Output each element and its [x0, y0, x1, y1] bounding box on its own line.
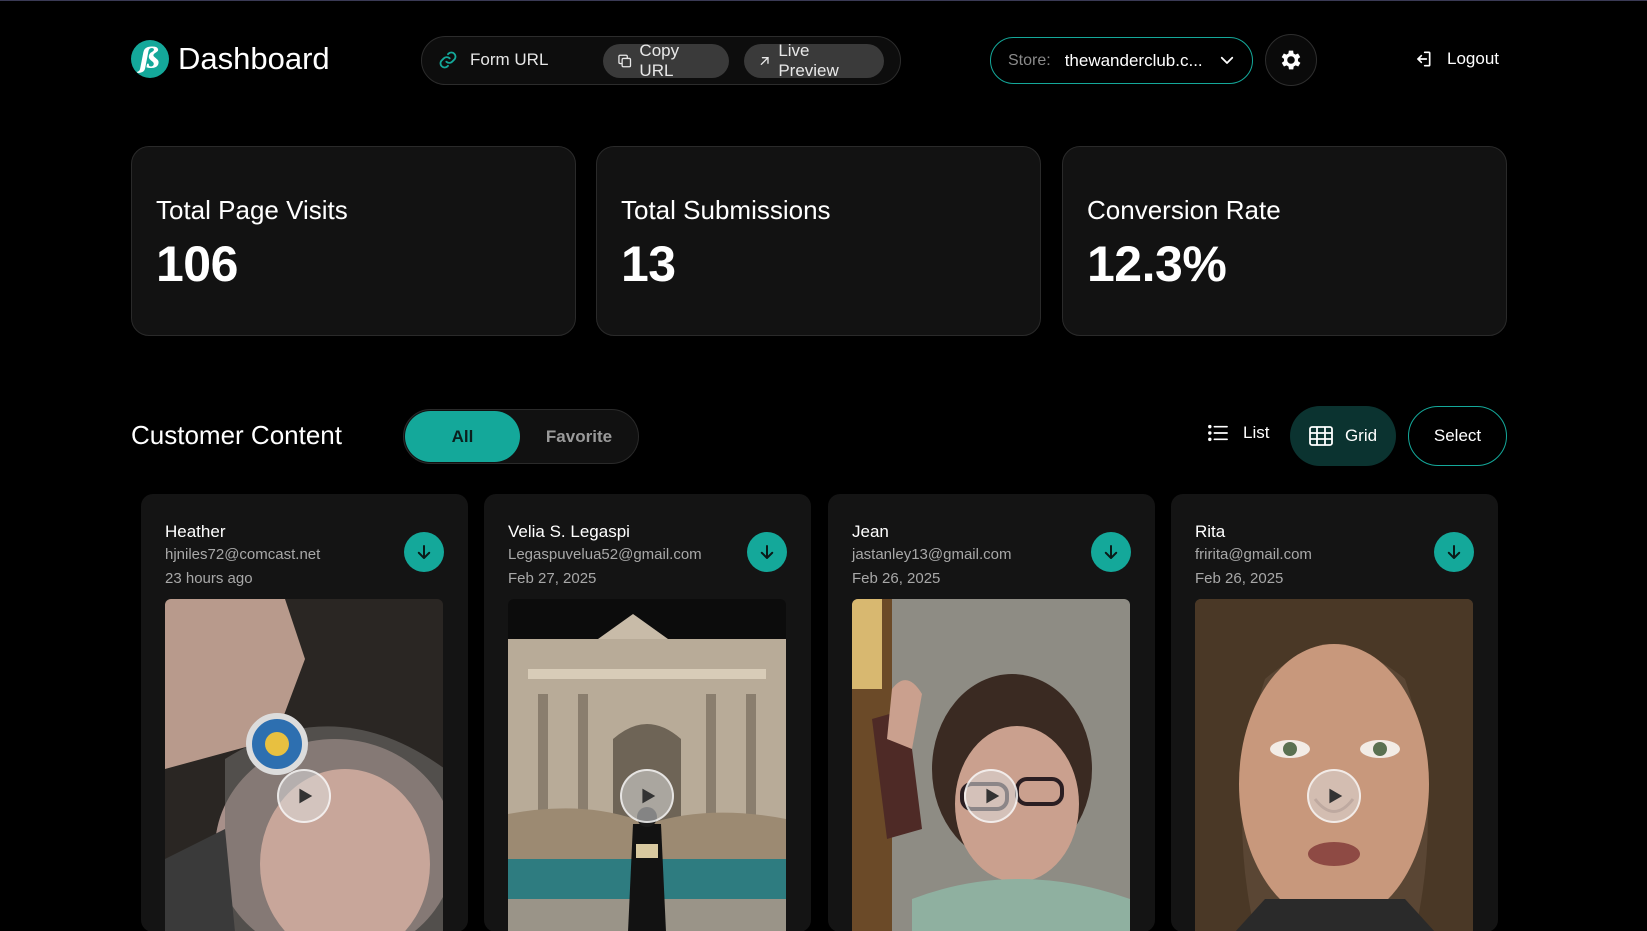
- store-label: Store:: [1008, 51, 1051, 69]
- content-card[interactable]: Rita fririta@gmail.com Feb 26, 2025: [1171, 494, 1498, 931]
- settings-button[interactable]: [1265, 34, 1317, 86]
- arrow-down-icon: [760, 545, 774, 559]
- submission-date: Feb 26, 2025: [852, 570, 941, 587]
- store-value: thewanderclub.c...: [1064, 50, 1203, 70]
- content-card[interactable]: Jean jastanley13@gmail.com Feb 26, 2025: [828, 494, 1155, 931]
- play-icon: [642, 788, 656, 804]
- video-thumbnail[interactable]: [165, 599, 443, 931]
- section-title: Customer Content: [131, 420, 342, 450]
- stat-value: 106: [156, 236, 238, 292]
- chevron-down-icon: [1220, 56, 1234, 64]
- play-button[interactable]: [620, 769, 674, 823]
- download-button[interactable]: [1434, 532, 1474, 572]
- arrow-down-icon: [1104, 545, 1118, 559]
- customer-name: Jean: [852, 522, 889, 541]
- customer-email: Legaspuvelua52@gmail.com: [508, 546, 702, 563]
- play-icon: [1329, 788, 1343, 804]
- stat-card-conversion-rate: Conversion Rate 12.3%: [1062, 146, 1507, 336]
- logout-icon: [1417, 51, 1431, 67]
- filter-tabs: All Favorite: [403, 409, 639, 464]
- stat-value: 13: [621, 236, 676, 292]
- copy-icon: [618, 54, 632, 68]
- tab-all[interactable]: All: [405, 411, 520, 462]
- copy-url-label: Copy URL: [639, 41, 680, 80]
- external-arrow-icon: [760, 57, 769, 65]
- link-icon: [439, 51, 457, 69]
- video-thumbnail[interactable]: [508, 599, 786, 931]
- customer-email: jastanley13@gmail.com: [852, 546, 1012, 563]
- copy-url-button[interactable]: Copy URL: [603, 41, 729, 80]
- list-label: List: [1243, 423, 1270, 442]
- gear-icon: [1281, 50, 1301, 70]
- thumbnail-image: [852, 599, 1130, 931]
- stat-label: Total Submissions: [621, 195, 831, 225]
- store-selector[interactable]: Store: thewanderclub.c...: [990, 37, 1253, 84]
- grid-label: Grid: [1344, 426, 1378, 445]
- list-view-button[interactable]: List: [1207, 423, 1269, 443]
- download-button[interactable]: [747, 532, 787, 572]
- download-button[interactable]: [1091, 532, 1131, 572]
- top-navbar: ß Dashboard Form URL Copy URL Live Previ…: [0, 1, 1647, 119]
- url-bar: Form URL Copy URL Live Preview: [421, 36, 901, 85]
- form-url-button[interactable]: Form URL: [438, 50, 548, 70]
- logout-button[interactable]: Logout: [1413, 49, 1499, 69]
- play-icon: [986, 788, 1000, 804]
- video-thumbnail[interactable]: [852, 599, 1130, 931]
- play-button[interactable]: [1307, 769, 1361, 823]
- brand-logo[interactable]: ß: [131, 40, 169, 78]
- content-card[interactable]: Heather hjniles72@comcast.net 23 hours a…: [141, 494, 468, 931]
- logo-letter: ß: [139, 42, 161, 75]
- play-button[interactable]: [964, 769, 1018, 823]
- logout-label: Logout: [1447, 49, 1499, 68]
- live-preview-label: Live Preview: [778, 41, 839, 80]
- stat-label: Total Page Visits: [156, 195, 348, 225]
- customer-name: Rita: [1195, 522, 1226, 541]
- tab-favorite[interactable]: Favorite: [520, 411, 638, 462]
- stat-value: 12.3%: [1087, 236, 1227, 292]
- arrow-down-icon: [1447, 545, 1461, 559]
- select-button[interactable]: Select: [1408, 406, 1507, 466]
- submission-date: 23 hours ago: [165, 570, 253, 587]
- thumbnail-image: [165, 599, 443, 931]
- content-card[interactable]: Velia S. Legaspi Legaspuvelua52@gmail.co…: [484, 494, 811, 931]
- customer-email: hjniles72@comcast.net: [165, 546, 321, 563]
- grid-view-button[interactable]: Grid: [1290, 406, 1396, 466]
- thumbnail-image: [508, 599, 786, 931]
- play-button[interactable]: [277, 769, 331, 823]
- app-title: Dashboard: [178, 41, 330, 76]
- stat-card-page-visits: Total Page Visits 106: [131, 146, 576, 336]
- customer-email: fririta@gmail.com: [1195, 546, 1312, 563]
- download-button[interactable]: [404, 532, 444, 572]
- form-url-label: Form URL: [470, 50, 549, 69]
- submission-date: Feb 27, 2025: [508, 570, 597, 587]
- customer-name: Heather: [165, 522, 226, 541]
- video-thumbnail[interactable]: [1195, 599, 1473, 931]
- arrow-down-icon: [417, 545, 431, 559]
- thumbnail-image: [1195, 599, 1473, 931]
- live-preview-button[interactable]: Live Preview: [744, 41, 884, 80]
- grid-table-icon: [1309, 426, 1333, 446]
- stat-card-submissions: Total Submissions 13: [596, 146, 1041, 336]
- customer-name: Velia S. Legaspi: [508, 522, 630, 541]
- list-icon: [1208, 424, 1228, 442]
- stat-label: Conversion Rate: [1087, 195, 1281, 225]
- play-icon: [299, 788, 313, 804]
- submission-date: Feb 26, 2025: [1195, 570, 1284, 587]
